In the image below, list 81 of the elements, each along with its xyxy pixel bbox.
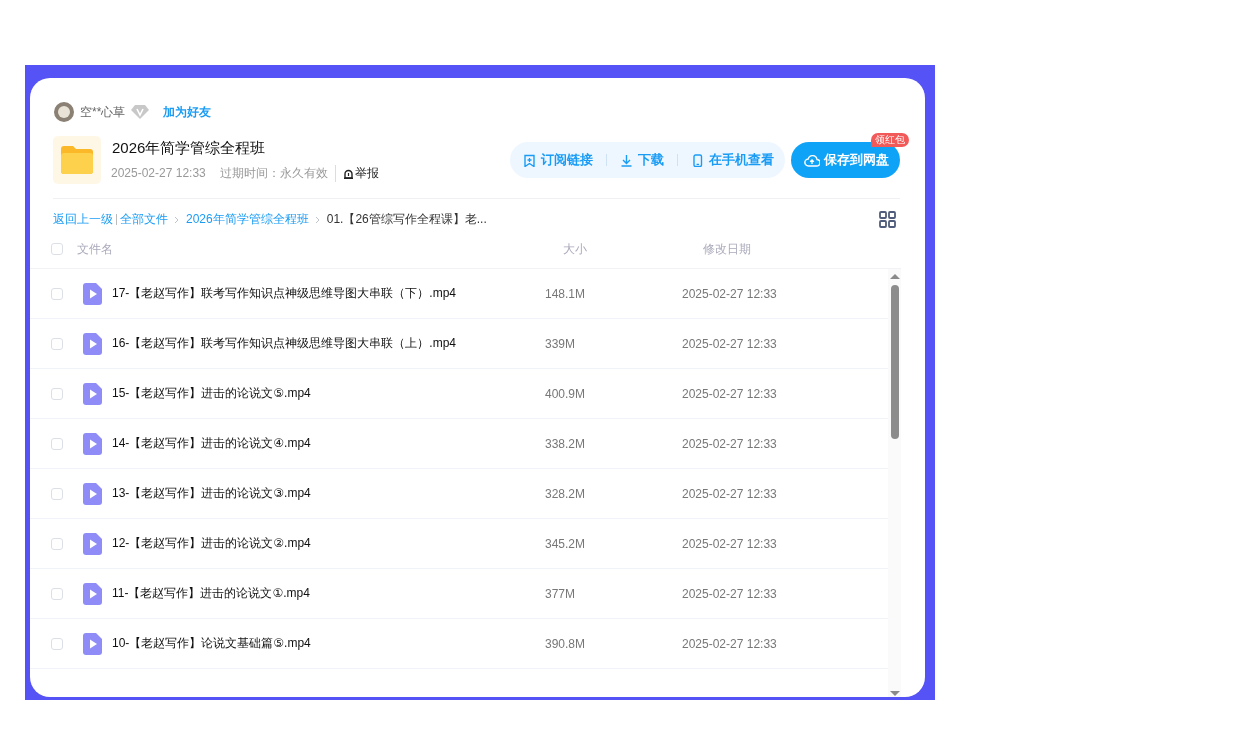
video-file-icon bbox=[83, 482, 102, 505]
back-link[interactable]: 返回上一级 bbox=[53, 211, 113, 228]
chevron-icon bbox=[174, 215, 180, 224]
folder-icon bbox=[59, 145, 95, 175]
promo-badge[interactable]: 领红包 bbox=[871, 133, 909, 147]
file-name: 14-【老赵写作】进击的论说文④.mp4 bbox=[112, 435, 312, 452]
share-time: 2025-02-27 12:33 bbox=[111, 166, 206, 180]
file-size: 377M bbox=[545, 586, 577, 601]
video-file-icon bbox=[83, 332, 102, 355]
share-title: 2026年简学管综全程班 bbox=[112, 138, 267, 158]
checkbox[interactable] bbox=[51, 637, 63, 650]
checkbox[interactable] bbox=[51, 437, 63, 450]
report-link[interactable]: 举报 bbox=[342, 164, 379, 182]
file-row[interactable]: 17-【老赵写作】联考写作知识点神级思维导图大串联（下）.mp4 148.1M 2025-02-27 12:33 bbox=[30, 269, 888, 319]
add-friend-link[interactable]: 加为好友 bbox=[163, 103, 212, 121]
file-name: 17-【老赵写作】联考写作知识点神级思维导图大串联（下）.mp4 bbox=[112, 285, 458, 302]
chevron-icon bbox=[314, 215, 321, 224]
file-name: 15-【老赵写作】进击的论说文⑤.mp4 bbox=[112, 385, 312, 402]
file-size: 328.2M bbox=[545, 486, 587, 501]
modified-date: 2025-02-27 12:33 bbox=[682, 336, 777, 351]
video-file-icon bbox=[83, 432, 102, 455]
bookmark-icon bbox=[523, 153, 536, 167]
checkbox[interactable] bbox=[51, 387, 63, 400]
file-name: 10-【老赵写作】论说文基础篇⑤.mp4 bbox=[112, 635, 312, 652]
download-icon bbox=[620, 153, 633, 167]
checkbox[interactable] bbox=[51, 287, 63, 300]
video-file-icon bbox=[83, 382, 102, 405]
checkbox[interactable] bbox=[51, 243, 63, 255]
video-file-icon bbox=[83, 532, 102, 555]
file-name: 13-【老赵写作】进击的论说文③.mp4 bbox=[112, 485, 312, 502]
expiry-text: 过期时间：永久有效 bbox=[219, 164, 336, 182]
video-file-icon bbox=[83, 282, 102, 305]
breadcrumb-current: 01.【26管综写作全程课】老... bbox=[326, 211, 487, 228]
modified-date: 2025-02-27 12:33 bbox=[682, 486, 777, 501]
grid-view-icon[interactable] bbox=[879, 211, 896, 228]
modified-date: 2025-02-27 12:33 bbox=[682, 386, 777, 401]
file-name: 16-【老赵写作】联考写作知识点神级思维导图大串联（上）.mp4 bbox=[112, 335, 458, 352]
vip-diamond-icon bbox=[131, 104, 150, 120]
scroll-up-arrow-icon bbox=[889, 273, 900, 279]
video-file-icon bbox=[83, 582, 102, 605]
file-row[interactable]: 14-【老赵写作】进击的论说文④.mp4 338.2M 2025-02-27 12:33 bbox=[30, 419, 888, 469]
modified-date: 2025-02-27 12:33 bbox=[682, 586, 777, 601]
phone-button[interactable]: 在手机查看 bbox=[690, 151, 775, 169]
modified-date: 2025-02-27 12:33 bbox=[682, 536, 777, 551]
scroll-down-arrow-icon bbox=[889, 691, 900, 697]
checkbox[interactable] bbox=[51, 337, 63, 350]
scroll-thumb[interactable] bbox=[890, 285, 899, 439]
file-size: 338.2M bbox=[545, 436, 587, 451]
file-size: 345.2M bbox=[545, 536, 587, 551]
file-row[interactable]: 10-【老赵写作】论说文基础篇⑤.mp4 390.8M 2025-02-27 12:33 bbox=[30, 619, 888, 669]
file-size: 148.1M bbox=[545, 286, 587, 301]
cloud-upload-icon bbox=[804, 153, 820, 167]
file-row[interactable]: 11-【老赵写作】进击的论说文①.mp4 377M 2025-02-27 12:33 bbox=[30, 569, 888, 619]
modified-date: 2025-02-27 12:33 bbox=[682, 436, 777, 451]
modified-date: 2025-02-27 12:33 bbox=[682, 636, 777, 651]
phone-icon bbox=[691, 153, 704, 167]
column-header[interactable]: 修改日期 bbox=[703, 240, 751, 258]
user-name: 空**心草 bbox=[80, 103, 126, 121]
video-file-icon bbox=[83, 632, 102, 655]
file-size: 339M bbox=[545, 336, 577, 351]
modified-date: 2025-02-27 12:33 bbox=[682, 286, 777, 301]
file-row[interactable]: 13-【老赵写作】进击的论说文③.mp4 328.2M 2025-02-27 12:33 bbox=[30, 469, 888, 519]
breadcrumb-link[interactable]: 2026年简学管综全程班 bbox=[186, 211, 309, 228]
file-row[interactable]: 16-【老赵写作】联考写作知识点神级思维导图大串联（上）.mp4 339M 2025-02-27 12:33 bbox=[30, 319, 888, 369]
file-size: 400.9M bbox=[545, 386, 587, 401]
file-row[interactable]: 12-【老赵写作】进击的论说文②.mp4 345.2M 2025-02-27 12:33 bbox=[30, 519, 888, 569]
checkbox[interactable] bbox=[51, 487, 63, 500]
column-header[interactable]: 文件名 bbox=[77, 240, 563, 258]
column-header[interactable]: 大小 bbox=[563, 240, 703, 258]
file-row[interactable]: 15-【老赵写作】进击的论说文⑤.mp4 400.9M 2025-02-27 12:33 bbox=[30, 369, 888, 419]
subscribe-button[interactable]: 订阅链接 bbox=[522, 151, 594, 169]
file-name: 12-【老赵写作】进击的论说文②.mp4 bbox=[112, 535, 312, 552]
file-size: 390.8M bbox=[545, 636, 587, 651]
breadcrumb-link[interactable]: 全部文件 bbox=[120, 211, 168, 228]
file-name: 11-【老赵写作】进击的论说文①.mp4 bbox=[112, 585, 311, 602]
alarm-icon bbox=[342, 167, 354, 179]
avatar bbox=[54, 102, 74, 122]
checkbox[interactable] bbox=[51, 587, 63, 600]
scrollbar[interactable] bbox=[888, 269, 901, 697]
checkbox[interactable] bbox=[51, 537, 63, 550]
download-button[interactable]: 下载 bbox=[619, 151, 665, 169]
